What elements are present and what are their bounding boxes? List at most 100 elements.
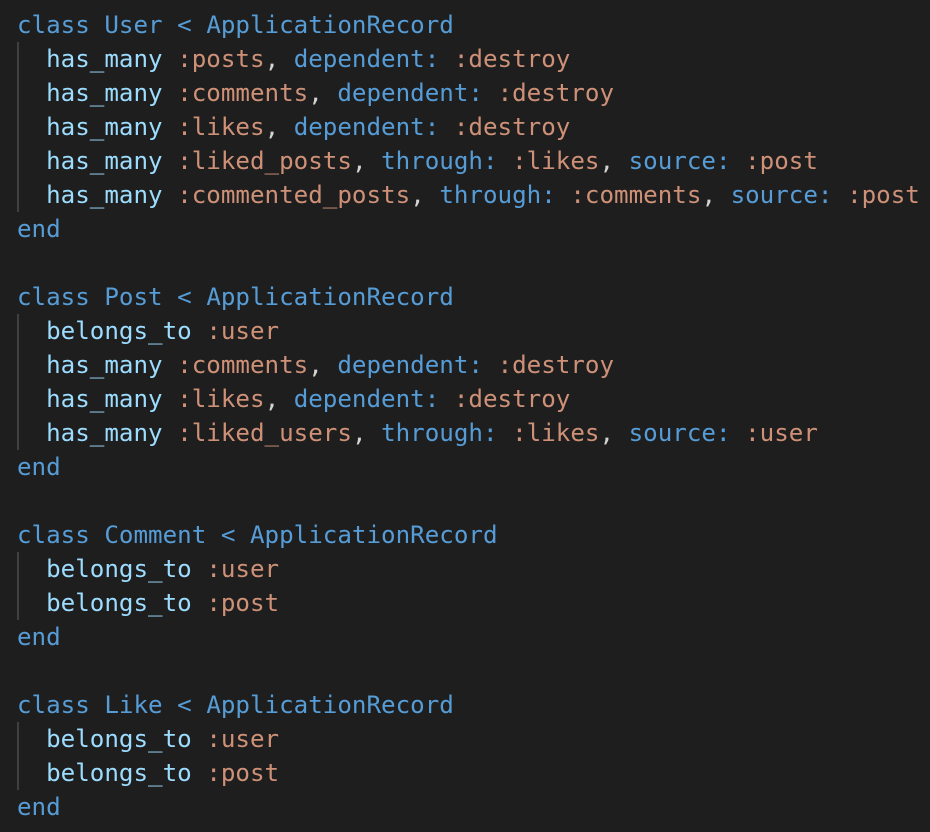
code-token: < <box>162 11 207 39</box>
code-line[interactable]: has_many :liked_posts, through: :likes, … <box>17 144 818 178</box>
code-token: :post <box>745 147 818 175</box>
code-token: dependent: <box>293 113 440 141</box>
code-line[interactable]: has_many :comments, dependent: :destroy <box>17 76 614 110</box>
code-token: < <box>162 283 207 311</box>
code-token: :destroy <box>497 79 615 107</box>
code-token: , <box>264 45 294 73</box>
code-token: through: <box>439 181 556 209</box>
code-token: :comments <box>570 181 702 209</box>
code-line[interactable]: belongs_to :user <box>17 722 279 756</box>
code-token: < <box>162 691 207 719</box>
code-line[interactable]: class Like < ApplicationRecord <box>17 688 454 722</box>
code-line[interactable]: end <box>17 212 61 246</box>
code-line[interactable]: belongs_to :user <box>17 314 279 348</box>
code-line[interactable]: has_many :comments, dependent: :destroy <box>17 348 614 382</box>
code-token: Post <box>104 283 163 311</box>
code-token: :user <box>206 555 280 583</box>
code-token: , <box>599 419 629 447</box>
code-token: < <box>206 521 250 549</box>
code-token: has_many <box>46 79 163 107</box>
code-token: , <box>351 147 382 175</box>
code-line[interactable]: has_many :liked_users, through: :likes, … <box>17 416 818 450</box>
code-line[interactable]: belongs_to :user <box>17 552 279 586</box>
code-token: :likes <box>512 419 600 447</box>
code-line[interactable]: belongs_to :post <box>17 756 279 790</box>
code-line[interactable]: belongs_to :post <box>17 586 279 620</box>
code-token: :post <box>206 589 280 617</box>
code-editor[interactable]: class User < ApplicationRecord has_many … <box>0 0 930 832</box>
code-token: :destroy <box>453 113 571 141</box>
code-line[interactable]: has_many :likes, dependent: :destroy <box>17 382 570 416</box>
code-token: , <box>351 419 382 447</box>
code-token: :likes <box>177 385 265 413</box>
code-token: end <box>17 623 61 651</box>
code-line[interactable]: class Comment < ApplicationRecord <box>17 518 498 552</box>
code-token: :user <box>206 725 280 753</box>
code-token: has_many <box>46 419 163 447</box>
code-token: :liked_users <box>177 419 352 447</box>
code-line[interactable]: end <box>17 450 61 484</box>
code-token: belongs_to <box>46 317 192 345</box>
code-token: has_many <box>46 45 163 73</box>
code-line[interactable]: has_many :commented_posts, through: :com… <box>17 178 920 212</box>
code-token: belongs_to <box>46 725 192 753</box>
code-token: :destroy <box>453 45 571 73</box>
code-token: class <box>17 521 90 549</box>
code-line[interactable]: end <box>17 790 61 824</box>
code-token: Comment <box>104 521 207 549</box>
code-token: has_many <box>46 147 163 175</box>
code-token: has_many <box>46 385 163 413</box>
code-line[interactable]: end <box>17 620 61 654</box>
code-line[interactable]: class User < ApplicationRecord <box>17 8 454 42</box>
code-token: :destroy <box>497 351 615 379</box>
code-token: end <box>17 793 61 821</box>
code-token: has_many <box>46 181 163 209</box>
code-token: belongs_to <box>46 555 192 583</box>
code-token: , <box>264 113 294 141</box>
code-token: ApplicationRecord <box>206 691 454 719</box>
code-token: :comments <box>177 351 309 379</box>
code-line[interactable]: has_many :posts, dependent: :destroy <box>17 42 570 76</box>
code-token: , <box>308 79 338 107</box>
code-token: , <box>599 147 629 175</box>
code-line[interactable]: has_many :likes, dependent: :destroy <box>17 110 570 144</box>
code-line[interactable]: class Post < ApplicationRecord <box>17 280 454 314</box>
code-token: :destroy <box>453 385 571 413</box>
code-token: :comments <box>177 79 309 107</box>
code-token: has_many <box>46 351 163 379</box>
code-token: through: <box>381 147 498 175</box>
code-token: :commented_posts <box>177 181 411 209</box>
code-token: ApplicationRecord <box>206 283 454 311</box>
code-token: dependent: <box>337 351 483 379</box>
code-token: , <box>308 351 338 379</box>
code-token: class <box>17 283 90 311</box>
code-token: :posts <box>177 45 265 73</box>
